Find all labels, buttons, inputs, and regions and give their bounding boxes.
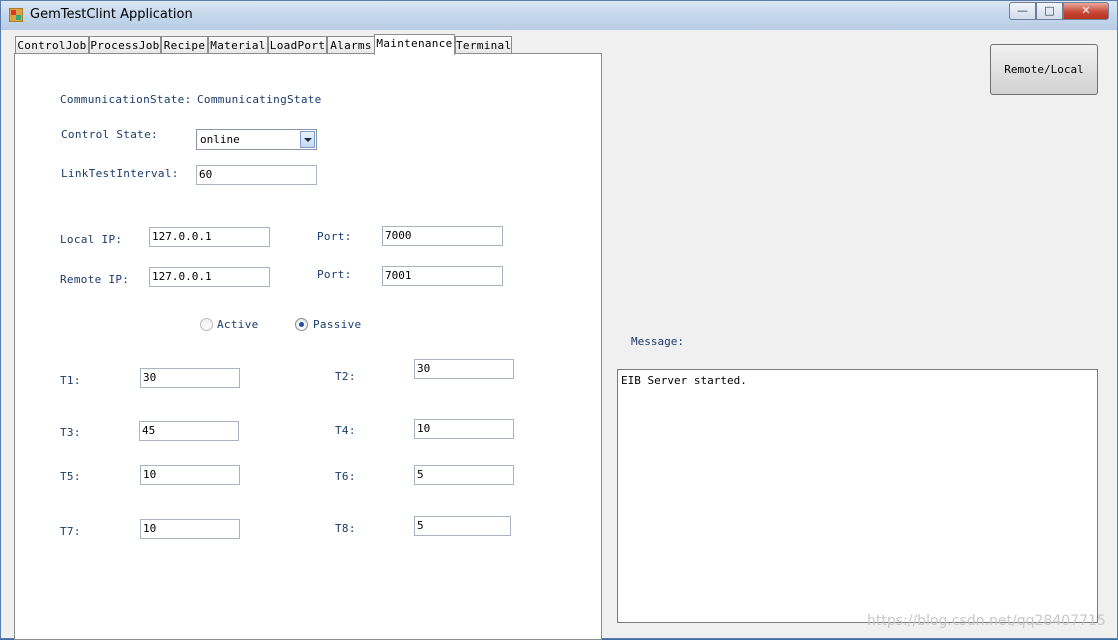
app-icon (9, 8, 23, 22)
remote-ip-label: Remote IP: (60, 273, 130, 286)
link-test-interval-label: LinkTestInterval: (61, 167, 179, 180)
tab-maintenance[interactable]: Maintenance (374, 34, 455, 55)
passive-radio-label: Passive (313, 318, 362, 331)
link-test-interval-input[interactable]: 60 (196, 165, 317, 185)
t3-label: T3: (60, 426, 81, 439)
control-state-label: Control State: (61, 128, 158, 141)
t8-label: T8: (335, 522, 356, 535)
t5-input[interactable]: 10 (140, 465, 240, 485)
t1-label: T1: (60, 374, 81, 387)
message-textbox[interactable]: EIB Server started. (617, 369, 1098, 623)
t2-label: T2: (335, 370, 356, 383)
active-radio-label: Active (217, 318, 259, 331)
control-state-dropdown[interactable]: online (196, 129, 317, 150)
comm-state-value: CommunicatingState (197, 93, 322, 106)
close-button[interactable]: ✕ (1063, 2, 1109, 20)
t6-label: T6: (335, 470, 356, 483)
remote-local-button[interactable]: Remote/Local (990, 44, 1098, 95)
tab-material[interactable]: Material (208, 36, 268, 54)
comm-state-label: CommunicationState: (60, 93, 192, 106)
watermark: https://blog.csdn.net/qq28407715 (867, 613, 1106, 629)
t7-label: T7: (60, 525, 81, 538)
tab-controljob[interactable]: ControlJob (15, 36, 89, 54)
maximize-button[interactable]: □ (1036, 2, 1063, 20)
tab-recipe[interactable]: Recipe (161, 36, 208, 54)
tab-alarms[interactable]: Alarms (327, 36, 375, 54)
local-ip-label: Local IP: (60, 233, 123, 246)
tab-terminal[interactable]: Terminal (455, 36, 512, 54)
title-bar[interactable]: GemTestClint Application — □ ✕ (1, 1, 1117, 30)
application-window: GemTestClint Application — □ ✕ ControlJo… (0, 0, 1118, 640)
t7-input[interactable]: 10 (140, 519, 240, 539)
local-ip-input[interactable]: 127.0.0.1 (149, 227, 270, 247)
message-text: EIB Server started. (621, 374, 747, 387)
local-port-label: Port: (317, 230, 352, 243)
message-label: Message: (631, 335, 684, 348)
chevron-down-icon[interactable] (300, 131, 315, 148)
t3-input[interactable]: 45 (139, 421, 239, 441)
minimize-button[interactable]: — (1009, 2, 1036, 20)
tab-loadport[interactable]: LoadPort (268, 36, 327, 54)
maintenance-panel: CommunicationState: CommunicatingState C… (14, 53, 602, 640)
active-radio[interactable] (200, 318, 213, 331)
tab-processjob[interactable]: ProcessJob (89, 36, 161, 54)
window-title: GemTestClint Application (30, 7, 193, 22)
control-state-selected: online (200, 133, 240, 146)
remote-port-label: Port: (317, 268, 352, 281)
t4-input[interactable]: 10 (414, 419, 514, 439)
t1-input[interactable]: 30 (140, 368, 240, 388)
passive-radio[interactable] (295, 318, 308, 331)
t6-input[interactable]: 5 (414, 465, 514, 485)
local-port-input[interactable]: 7000 (382, 226, 503, 246)
remote-port-input[interactable]: 7001 (382, 266, 503, 286)
t2-input[interactable]: 30 (414, 359, 514, 379)
remote-ip-input[interactable]: 127.0.0.1 (149, 267, 270, 287)
t5-label: T5: (60, 470, 81, 483)
t8-input[interactable]: 5 (414, 516, 511, 536)
t4-label: T4: (335, 424, 356, 437)
